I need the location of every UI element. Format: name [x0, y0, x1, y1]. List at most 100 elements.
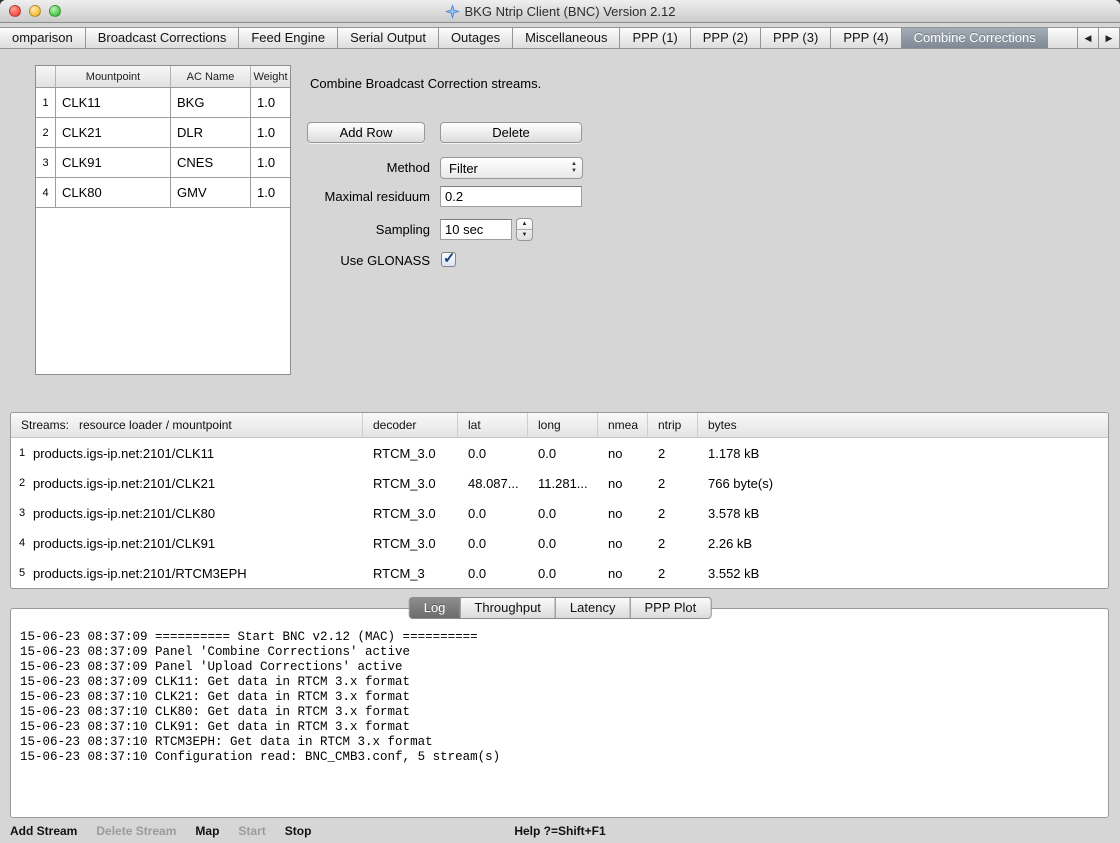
- delete-button[interactable]: Delete: [440, 122, 582, 143]
- stream-row[interactable]: 2 products.igs-ip.net:2101/CLK21 RTCM_3.…: [11, 468, 1108, 498]
- cell-mountpoint[interactable]: CLK21: [56, 118, 171, 147]
- cell-mountpoint[interactable]: CLK91: [56, 148, 171, 177]
- log-tabbar: Log Throughput Latency PPP Plot: [409, 597, 712, 619]
- tab-combine-corrections[interactable]: Combine Corrections: [901, 27, 1049, 49]
- cell-decoder: RTCM_3.0: [363, 476, 458, 491]
- cell-mountpoint: products.igs-ip.net:2101/CLK80: [33, 506, 363, 521]
- tab-comparison[interactable]: omparison: [0, 27, 86, 49]
- tab-throughput[interactable]: Throughput: [459, 597, 556, 619]
- row-number: 4: [11, 537, 33, 549]
- log-line: 15-06-23 08:37:10 CLK21: Get data in RTC…: [20, 690, 1100, 705]
- combobox-arrows-icon: ▲ ▼: [571, 161, 577, 175]
- tab-broadcast-corrections[interactable]: Broadcast Corrections: [85, 27, 240, 49]
- tab-latency[interactable]: Latency: [555, 597, 631, 619]
- tabbar-spacer: [1048, 27, 1078, 49]
- cell-mountpoint[interactable]: CLK11: [56, 88, 171, 117]
- log-line: 15-06-23 08:37:10 CLK80: Get data in RTC…: [20, 705, 1100, 720]
- maximal-residuum-label: Maximal residuum: [280, 189, 430, 204]
- cell-long: 11.281...: [528, 476, 598, 491]
- cell-weight[interactable]: 1.0: [251, 88, 290, 117]
- minimize-button[interactable]: [29, 5, 41, 17]
- cell-nmea: no: [598, 446, 648, 461]
- tab-feed-engine[interactable]: Feed Engine: [238, 27, 338, 49]
- close-button[interactable]: [9, 5, 21, 17]
- method-select[interactable]: Filter ▲ ▼: [440, 157, 583, 179]
- maximal-residuum-input[interactable]: [440, 186, 582, 207]
- use-glonass-checkbox[interactable]: ✓: [441, 252, 456, 267]
- sampling-input[interactable]: [440, 219, 512, 240]
- stream-row[interactable]: 4 products.igs-ip.net:2101/CLK91 RTCM_3.…: [11, 528, 1108, 558]
- column-header-long: long: [528, 413, 598, 437]
- log-line: 15-06-23 08:37:10 RTCM3EPH: Get data in …: [20, 735, 1100, 750]
- corner-header-cell: [36, 66, 56, 87]
- cell-decoder: RTCM_3.0: [363, 446, 458, 461]
- table-row[interactable]: 3 CLK91 CNES 1.0: [36, 148, 290, 178]
- tab-scroll-left-button[interactable]: ◀: [1077, 27, 1099, 49]
- zoom-button[interactable]: [49, 5, 61, 17]
- cell-ac-name[interactable]: CNES: [171, 148, 251, 177]
- cell-bytes: 2.26 kB: [698, 536, 1108, 551]
- table-row[interactable]: 4 CLK80 GMV 1.0: [36, 178, 290, 208]
- method-label: Method: [280, 160, 430, 175]
- streams-table: Streams: resource loader / mountpoint de…: [10, 412, 1109, 589]
- stream-row[interactable]: 1 products.igs-ip.net:2101/CLK11 RTCM_3.…: [11, 438, 1108, 468]
- help-shortcut-label: Help ?=Shift+F1: [514, 824, 605, 838]
- cell-long: 0.0: [528, 536, 598, 551]
- method-selected-value: Filter: [449, 161, 478, 176]
- log-line: 15-06-23 08:37:09 ========== Start BNC v…: [20, 630, 1100, 645]
- tab-serial-output[interactable]: Serial Output: [337, 27, 439, 49]
- tab-outages[interactable]: Outages: [438, 27, 513, 49]
- log-output[interactable]: 15-06-23 08:37:09 ========== Start BNC v…: [10, 608, 1109, 818]
- tab-miscellaneous[interactable]: Miscellaneous: [512, 27, 620, 49]
- cell-weight[interactable]: 1.0: [251, 118, 290, 147]
- cell-lat: 0.0: [458, 446, 528, 461]
- use-glonass-label: Use GLONASS: [280, 253, 430, 268]
- cell-long: 0.0: [528, 566, 598, 581]
- cell-ac-name[interactable]: GMV: [171, 178, 251, 207]
- cell-nmea: no: [598, 476, 648, 491]
- add-row-button[interactable]: Add Row: [307, 122, 425, 143]
- cell-ac-name[interactable]: DLR: [171, 118, 251, 147]
- chevron-right-icon: ▶: [1106, 33, 1113, 44]
- row-number: 3: [36, 148, 56, 177]
- cell-ntrip: 2: [648, 446, 698, 461]
- column-header-lat: lat: [458, 413, 528, 437]
- cell-mountpoint: products.igs-ip.net:2101/CLK91: [33, 536, 363, 551]
- log-line: 15-06-23 08:37:10 CLK91: Get data in RTC…: [20, 720, 1100, 735]
- column-header-mountpoint: Mountpoint: [56, 66, 171, 87]
- cell-nmea: no: [598, 506, 648, 521]
- main-tabbar: omparison Broadcast Corrections Feed Eng…: [0, 27, 1120, 49]
- app-icon: [445, 4, 460, 19]
- cell-mountpoint[interactable]: CLK80: [56, 178, 171, 207]
- tab-scroll-right-button[interactable]: ▶: [1098, 27, 1120, 49]
- delete-stream-button: Delete Stream: [96, 824, 176, 838]
- stream-row[interactable]: 5 products.igs-ip.net:2101/RTCM3EPH RTCM…: [11, 558, 1108, 588]
- stepper-up-button[interactable]: ▲: [517, 219, 532, 230]
- map-button[interactable]: Map: [195, 824, 219, 838]
- cell-ntrip: 2: [648, 506, 698, 521]
- tab-ppp-4[interactable]: PPP (4): [830, 27, 901, 49]
- tab-log[interactable]: Log: [409, 597, 461, 619]
- row-number: 3: [11, 507, 33, 519]
- column-header-weight: Weight: [251, 66, 290, 87]
- table-row[interactable]: 2 CLK21 DLR 1.0: [36, 118, 290, 148]
- stop-button[interactable]: Stop: [285, 824, 312, 838]
- cell-bytes: 3.552 kB: [698, 566, 1108, 581]
- stream-row[interactable]: 3 products.igs-ip.net:2101/CLK80 RTCM_3.…: [11, 498, 1108, 528]
- titlebar: BKG Ntrip Client (BNC) Version 2.12: [0, 0, 1120, 23]
- window-title-area: BKG Ntrip Client (BNC) Version 2.12: [445, 4, 676, 19]
- tab-ppp-3[interactable]: PPP (3): [760, 27, 831, 49]
- row-number: 5: [11, 567, 33, 579]
- add-stream-button[interactable]: Add Stream: [10, 824, 77, 838]
- table-row[interactable]: 1 CLK11 BKG 1.0: [36, 88, 290, 118]
- log-line: 15-06-23 08:37:09 Panel 'Upload Correcti…: [20, 660, 1100, 675]
- cell-mountpoint: products.igs-ip.net:2101/CLK21: [33, 476, 363, 491]
- tab-ppp-2[interactable]: PPP (2): [690, 27, 761, 49]
- tab-ppp-1[interactable]: PPP (1): [619, 27, 690, 49]
- cell-ac-name[interactable]: BKG: [171, 88, 251, 117]
- cell-long: 0.0: [528, 446, 598, 461]
- cell-mountpoint: products.igs-ip.net:2101/CLK11: [33, 446, 363, 461]
- sampling-label: Sampling: [280, 222, 430, 237]
- stepper-down-button[interactable]: ▼: [517, 230, 532, 241]
- tab-ppp-plot[interactable]: PPP Plot: [629, 597, 711, 619]
